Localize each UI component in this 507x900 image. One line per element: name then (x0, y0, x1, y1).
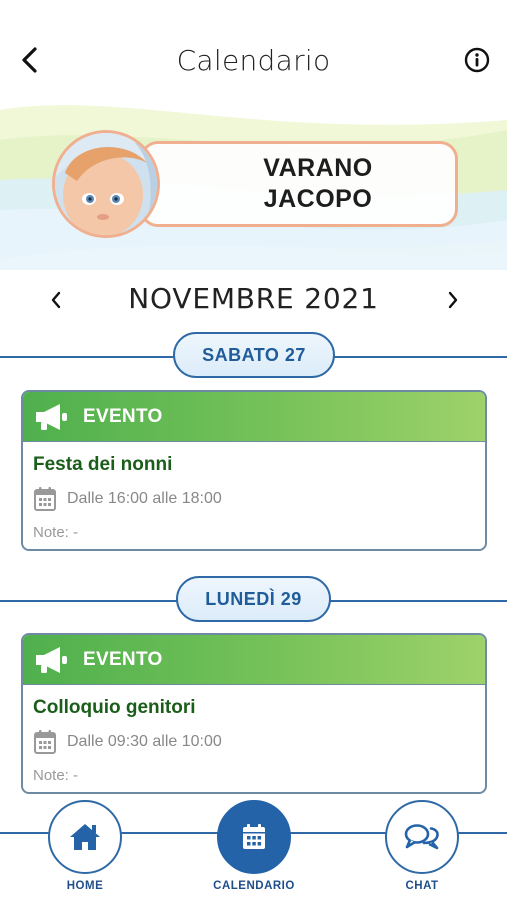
avatar[interactable] (52, 130, 160, 238)
month-navigation: NOVEMBRE 2021 (0, 280, 507, 320)
event-title: Festa dei nonni (33, 454, 173, 475)
calendar-icon (243, 824, 265, 849)
event-note: Note: - (33, 767, 79, 784)
child-firstname: JACOPO (263, 185, 373, 213)
month-label: NOVEMBRE 2021 (128, 282, 379, 315)
event-type-label: EVENTO (83, 405, 163, 427)
tab-calendario-circle[interactable] (217, 800, 291, 874)
chat-icon (404, 824, 439, 850)
event-card[interactable]: EVENTO Festa dei nonni Dalle 16:00 alle … (21, 390, 487, 551)
tab-chat[interactable]: CHAT (362, 800, 482, 892)
profile-banner: VARANO JACOPO (0, 100, 507, 270)
event-time-row: Dalle 09:30 alle 10:00 (33, 729, 485, 755)
day-separator: SABATO 27 (0, 332, 507, 380)
tab-home-label: HOME (66, 880, 104, 892)
chevron-right-icon (448, 291, 458, 309)
tab-chat-label: CHAT (405, 880, 439, 892)
tab-home[interactable]: HOME (25, 800, 145, 892)
event-header: EVENTO (23, 392, 485, 442)
megaphone-icon (36, 646, 67, 673)
tab-calendario-label: CALENDARIO (213, 880, 295, 892)
tab-chat-circle[interactable] (385, 800, 459, 874)
megaphone-icon (36, 403, 67, 430)
child-surname: VARANO (263, 154, 373, 182)
child-name-box: VARANO JACOPO (140, 141, 458, 227)
event-type-label: EVENTO (83, 648, 163, 670)
event-card[interactable]: EVENTO Colloquio genitori Dalle 09:30 al… (21, 633, 487, 794)
event-time-row: Dalle 16:00 alle 18:00 (33, 486, 485, 512)
child-photo (55, 133, 157, 235)
page-title: Calendario (176, 44, 331, 77)
bottom-tab-bar: HOME CALENDARIO CHAT (0, 800, 507, 900)
event-title: Colloquio genitori (33, 697, 196, 718)
info-button[interactable] (463, 46, 491, 74)
event-header: EVENTO (23, 635, 485, 685)
calendar-icon (34, 487, 56, 511)
next-month-button[interactable] (441, 284, 465, 316)
app-header: Calendario (0, 0, 507, 110)
calendar-icon (34, 730, 56, 754)
day-label: SABATO 27 (173, 332, 335, 378)
day-label: LUNEDÌ 29 (176, 576, 331, 622)
home-icon (70, 824, 100, 850)
tab-calendario[interactable]: CALENDARIO (194, 800, 314, 892)
event-note: Note: - (33, 524, 79, 541)
tab-home-circle[interactable] (48, 800, 122, 874)
event-time-text: Dalle 16:00 alle 18:00 (67, 490, 222, 507)
info-icon (464, 47, 490, 73)
day-separator: LUNEDÌ 29 (0, 576, 507, 624)
event-time-text: Dalle 09:30 alle 10:00 (67, 733, 222, 750)
